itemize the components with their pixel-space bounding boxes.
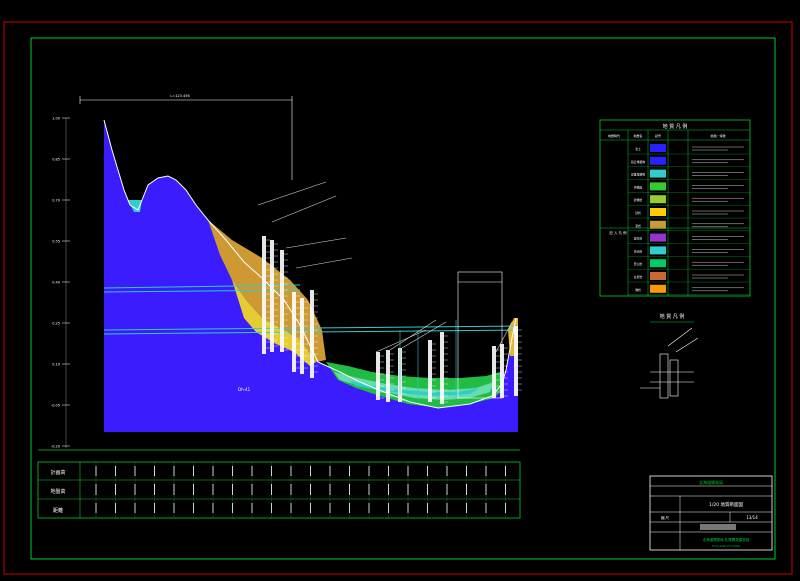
row-label-plan: 計画高 (50, 469, 65, 476)
legend-name: 沖積層 (634, 185, 643, 189)
legend-row: 花崗岩 (628, 246, 750, 257)
profile-data-table: 計画高 地盤高 距離 (37, 449, 521, 519)
borehole (262, 236, 266, 354)
detail-section: 地 質 凡 例 (640, 313, 699, 399)
detail-title: 地 質 凡 例 (660, 313, 685, 320)
legend-name: 表土 (635, 147, 641, 151)
layer-mark: Dh-41 (238, 387, 251, 392)
legend-name: 花崗岩 (634, 249, 643, 253)
legend-swatch (650, 220, 666, 229)
legend-row: 凝灰岩 (628, 233, 750, 244)
legend-row: 砂礫層 (628, 195, 750, 206)
legend-row: 崖錐堆積物 (628, 169, 750, 180)
borehole (386, 350, 390, 402)
elevation-tick-label: -0.20 (51, 445, 60, 449)
legend-swatch (650, 156, 666, 165)
top-dimension-label: L=123.456 (170, 94, 189, 98)
borehole (280, 250, 284, 352)
legend-row: 段丘堆積物 (628, 156, 750, 167)
legend-row: 砂岩 (628, 208, 750, 219)
legend-name: 礫岩 (635, 288, 641, 292)
title-sheet-number: 13/14 (746, 515, 758, 520)
borehole (492, 346, 496, 398)
elevation-tick-label: 0.40 (52, 281, 60, 285)
table-values (95, 462, 506, 518)
legend-name: 泥岩 (635, 224, 641, 228)
borehole (292, 292, 296, 372)
cross-section-profile: 1.00 0.85 0.70 0.55 0.40 0.25 0.10 -0.05 -0.20 L… (51, 94, 522, 449)
legend-row: 安山岩 (628, 259, 750, 270)
legend-swatch (650, 208, 666, 216)
legend-row: 泥岩 (628, 220, 750, 231)
legend-header-era: 地層時代 (608, 133, 620, 138)
title-stamp (700, 524, 736, 530)
legend-name: 崖錐堆積物 (631, 173, 645, 177)
elevation-axis: 1.00 0.85 0.70 0.55 0.40 0.25 0.10 -0.05 -0.20 (51, 117, 70, 449)
legend-row: 玄武岩 (628, 272, 750, 283)
row-label-distance: 距離 (53, 507, 63, 514)
legend-name: 凝灰岩 (634, 237, 643, 241)
borehole (270, 240, 274, 352)
legend-name: 段丘堆積物 (631, 160, 645, 164)
legend-swatch (650, 144, 666, 152)
legend-swatch (650, 272, 666, 280)
cad-viewport[interactable]: 1.00 0.85 0.70 0.55 0.40 0.25 0.10 -0.05 -0.20 (0, 0, 800, 577)
title-scale: H=1:200 V=1:200 (712, 544, 740, 548)
legend-name: 安山岩 (634, 262, 643, 266)
elevation-tick-label: 0.25 (52, 322, 60, 326)
legend-name: 砂岩 (635, 211, 641, 215)
legend-title: 地 質 凡 例 (663, 123, 688, 130)
title-office: 北海道開発局 札幌開発建設部 (703, 537, 750, 542)
legend-row: 沖積層 (628, 182, 750, 193)
legend-swatch (650, 284, 666, 293)
borehole (300, 298, 304, 374)
legend-header-name: 地層名 (633, 133, 642, 138)
legend-header-symbol: 記号 (655, 133, 661, 138)
title-scale-label: 縮 尺 (661, 515, 670, 520)
legend-swatch (650, 246, 666, 255)
borehole (440, 332, 444, 404)
legend-row: 礫岩 (628, 284, 750, 295)
borehole (514, 326, 518, 396)
legend-swatch (650, 195, 666, 204)
borehole (376, 352, 380, 400)
title-block: 北海道開発局 1/20 地質断面図 縮 尺 13/14 北海道開発局 札幌開発建… (649, 475, 773, 551)
title-project: 1/20 地質断面図 (709, 501, 744, 508)
elevation-tick-label: 0.10 (52, 363, 60, 367)
legend-header-desc: 岩相・特徴 (710, 133, 725, 138)
legend-rows: 表土段丘堆積物崖錐堆積物沖積層砂礫層砂岩泥岩凝灰岩花崗岩安山岩玄武岩礫岩 (628, 144, 750, 295)
legend-swatch (650, 182, 666, 191)
title-org: 北海道開発局 (699, 479, 723, 485)
borehole (428, 340, 432, 402)
legend-subtitle: 記 入 凡 例 (609, 230, 627, 235)
geological-section-drawing: 1.00 0.85 0.70 0.55 0.40 0.25 0.10 -0.05 -0.20 L… (3, 21, 793, 575)
elevation-tick-label: 1.00 (52, 117, 60, 121)
legend-name: 砂礫層 (634, 198, 643, 202)
geology-legend: 地 質 凡 例 地層時代 地層名 記号 岩相・特徴 表土段丘堆積物崖錐堆積物沖積… (599, 119, 751, 297)
legend-swatch (650, 169, 666, 178)
legend-swatch (650, 259, 666, 268)
row-label-ground: 地盤高 (50, 488, 65, 495)
elevation-tick-label: -0.05 (51, 404, 60, 408)
elevation-tick-label: 0.70 (52, 199, 60, 203)
borehole (310, 290, 314, 378)
elevation-tick-label: 0.55 (52, 240, 60, 244)
legend-name: 玄武岩 (634, 275, 643, 279)
elevation-tick-label: 0.85 (52, 158, 60, 162)
legend-row: 表土 (628, 144, 750, 155)
legend-swatch (650, 233, 666, 242)
